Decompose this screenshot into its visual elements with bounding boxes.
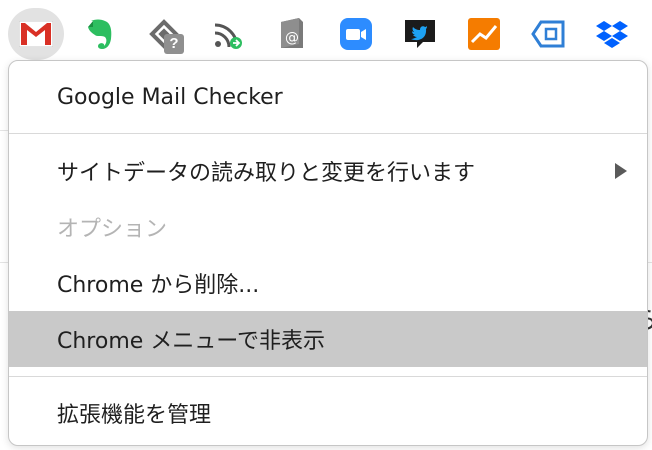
menu-item-site-data[interactable]: サイトデータの読み取りと変更を行います (9, 143, 647, 199)
zoom-extension-button[interactable] (328, 8, 384, 60)
evernote-extension-button[interactable] (72, 8, 128, 60)
mail-at-icon: @ (279, 18, 305, 50)
tag-icon (531, 20, 565, 48)
menu-item-label: オプション (57, 217, 168, 242)
extension-context-menu: Google Mail Checker サイトデータの読み取りと変更を行います … (8, 60, 648, 446)
extensions-toolbar: ? @ (0, 0, 652, 62)
menu-item-label: 拡張機能を管理 (57, 403, 212, 428)
menu-separator (9, 133, 647, 134)
background-divider (0, 262, 8, 263)
unknown-badge: ? (164, 34, 184, 54)
menu-item-extension-name[interactable]: Google Mail Checker (9, 69, 647, 125)
gmail-icon (19, 21, 53, 47)
mail-at-extension-button[interactable]: @ (264, 8, 320, 60)
browser-window: ? @ Google Mail Checker サイトデータの読み取りと変更を行… (0, 0, 652, 450)
menu-item-label: Chrome メニューで非表示 (57, 329, 325, 354)
menu-item-hide-in-menu[interactable]: Chrome メニューで非表示 (9, 311, 647, 367)
menu-item-label: サイトデータの読み取りと変更を行います (57, 161, 476, 186)
menu-item-remove-from-chrome[interactable]: Chrome から削除... (9, 255, 647, 311)
puzzle-extension-button[interactable]: ? (136, 8, 192, 60)
zoom-icon (340, 18, 372, 50)
dropbox-icon (596, 19, 628, 49)
menu-separator (9, 376, 647, 377)
menu-item-label: Google Mail Checker (57, 84, 283, 110)
analytics-extension-button[interactable] (456, 8, 512, 60)
rss-icon (212, 18, 244, 50)
twitter-icon (403, 18, 437, 50)
svg-text:@: @ (285, 30, 299, 46)
twitter-extension-button[interactable] (392, 8, 448, 60)
tag-extension-button[interactable] (520, 8, 576, 60)
background-divider (0, 130, 8, 131)
analytics-icon (468, 18, 500, 50)
dropbox-extension-button[interactable] (584, 8, 640, 60)
gmail-extension-button[interactable] (8, 8, 64, 60)
submenu-arrow-icon (615, 163, 627, 179)
evernote-icon (85, 17, 115, 51)
menu-item-options: オプション (9, 199, 647, 255)
background-divider (648, 262, 652, 263)
menu-item-label: Chrome から削除... (57, 273, 260, 298)
rss-extension-button[interactable] (200, 8, 256, 60)
menu-item-manage-extensions[interactable]: 拡張機能を管理 (9, 385, 647, 441)
